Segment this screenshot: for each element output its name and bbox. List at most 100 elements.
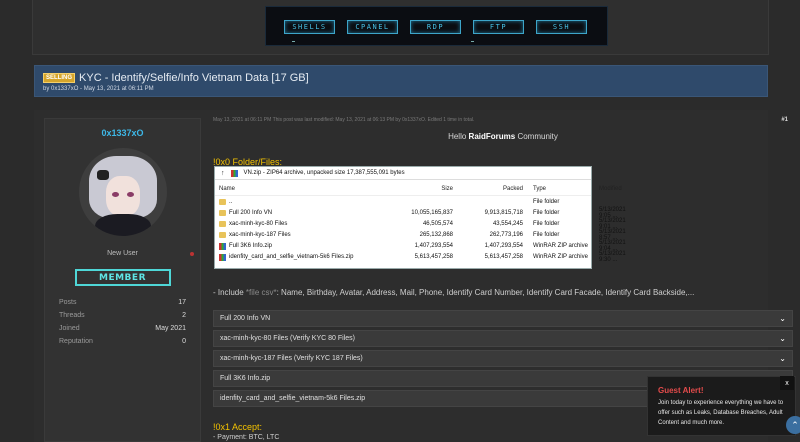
- col-header: Packed: [502, 186, 523, 192]
- spoiler-full-200-info[interactable]: Full 200 Info VN ⌄: [213, 310, 793, 327]
- user-title-text: New User: [107, 250, 138, 257]
- col-header: Size: [441, 186, 453, 192]
- row-size: 46,505,574: [422, 221, 453, 227]
- banner-button-shells[interactable]: SHELLS: [284, 20, 335, 34]
- row-packed: 9,913,815,718: [484, 210, 523, 216]
- stat-joined: Joined May 2021: [59, 322, 186, 335]
- ad-banner[interactable]: SHELLS CPANEL RDP FTP SSH: [265, 6, 608, 46]
- table-row: xac-minh-kyc-187 Files 265,132,868 262,7…: [215, 229, 626, 241]
- stat-posts: Posts 17: [59, 296, 186, 309]
- explorer-header: Name Size Packed Type Modified: [215, 183, 622, 196]
- row-size: 265,132,868: [419, 232, 453, 238]
- post-meta: May 13, 2021 at 06:11 PM This post was l…: [213, 117, 475, 123]
- row-packed: 1,407,293,554: [484, 243, 523, 249]
- chevron-down-icon: ⌄: [779, 354, 786, 363]
- guest-alert[interactable]: Guest Alert! Join today to experience ev…: [647, 376, 796, 436]
- post-number-link[interactable]: #1: [781, 117, 788, 123]
- stat-reputation: Reputation 0: [59, 335, 186, 348]
- file-explorer-screenshot: ↑ VN.zip - ZIP64 archive, unpacked size …: [214, 166, 626, 269]
- author-name[interactable]: 0x1337xO: [45, 128, 200, 138]
- banner-decoration: [471, 41, 474, 42]
- thread-title: KYC - Identify/Selfie/Info Vietnam Data …: [79, 72, 309, 84]
- selling-badge: SELLING: [43, 73, 76, 83]
- user-title: New User: [45, 250, 200, 257]
- include-prefix: - Include: [213, 288, 244, 297]
- thread-meta[interactable]: by 0x1337xO - May 13, 2021 at 06:11 PM: [43, 86, 759, 92]
- greeting-prefix: Hello: [448, 132, 467, 141]
- user-stats: Posts 17 Threads 2 Joined May 2021 Reputati…: [45, 296, 200, 348]
- row-name: Full 3K6 Info.zip: [219, 242, 369, 250]
- row-name-text: xac-minh-kyc-187 Files: [229, 232, 291, 238]
- table-row: Full 3K6 Info.zip 1,407,293,554 1,407,29…: [215, 240, 626, 252]
- col-header: Modified: [599, 186, 622, 192]
- row-name: xac-minh-kyc-187 Files: [219, 232, 369, 238]
- explorer-rows: .. File folder Full 200 Info VN 10,055,1…: [215, 196, 626, 263]
- explorer-path-bar: ↑ VN.zip - ZIP64 archive, unpacked size …: [215, 167, 591, 180]
- spoiler-label: Full 200 Info VN: [220, 315, 271, 322]
- zip-icon: [219, 253, 226, 261]
- row-modified: 5/13/2021 9:30 ...: [599, 251, 626, 263]
- row-size: 1,407,293,554: [414, 243, 453, 249]
- table-row: Full 200 Info VN 10,055,165,837 9,913,81…: [215, 207, 626, 219]
- row-size: 5,613,457,258: [414, 254, 453, 260]
- avatar-eye: [111, 192, 119, 197]
- stat-value: 17: [178, 299, 186, 306]
- col-header: Name: [219, 186, 236, 192]
- table-row: .. File folder: [215, 196, 591, 207]
- up-arrow-icon: ↑: [221, 169, 225, 177]
- row-name: idenfity_card_and_selfie_vietnam-5k6 Fil…: [219, 253, 369, 261]
- row-packed: 5,613,457,258: [484, 254, 523, 260]
- banner-buttons: SHELLS CPANEL RDP FTP SSH: [284, 20, 587, 34]
- row-type: WinRAR ZIP archive: [533, 243, 588, 249]
- spoiler-kyc-187[interactable]: xac-minh-kyc-187 Files (Verify KYC 187 F…: [213, 350, 793, 367]
- spoiler-label: idenfity_card_and_selfie_vietnam-5k6 Fil…: [220, 395, 366, 402]
- row-packed: 262,773,196: [489, 232, 523, 238]
- stat-value: 0: [182, 338, 186, 345]
- row-packed: 43,554,245: [492, 221, 523, 227]
- banner-button-cpanel[interactable]: CPANEL: [347, 20, 398, 34]
- folder-icon: [219, 221, 226, 227]
- include-file-type: *file csv*: [245, 288, 277, 297]
- chevron-up-icon: ⌃: [791, 419, 799, 430]
- greeting: Hello RaidForums Community: [213, 132, 793, 141]
- spoiler-label: xac-minh-kyc-80 Files (Verify KYC 80 Fil…: [220, 335, 355, 342]
- include-text: - Include *file csv*: Name, Birthday, Av…: [213, 288, 694, 297]
- avatar[interactable]: [78, 148, 167, 236]
- row-name: Full 200 Info VN: [219, 210, 369, 216]
- row-name-text: Full 200 Info VN: [229, 210, 273, 216]
- stat-label: Threads: [59, 312, 85, 319]
- stat-value: May 2021: [155, 325, 186, 332]
- banner-button-ssh[interactable]: SSH: [536, 20, 587, 34]
- folder-icon: [219, 198, 226, 205]
- avatar-body: [94, 214, 151, 236]
- row-type: File folder: [533, 221, 560, 227]
- stat-value: 2: [182, 312, 186, 319]
- spoiler-kyc-80[interactable]: xac-minh-kyc-80 Files (Verify KYC 80 Fil…: [213, 330, 793, 347]
- chevron-down-icon: ⌄: [779, 314, 786, 323]
- banner-button-rdp[interactable]: RDP: [410, 20, 461, 34]
- spoiler-label: xac-minh-kyc-187 Files (Verify KYC 187 F…: [220, 355, 363, 362]
- row-name-text: Full 3K6 Info.zip: [229, 243, 273, 249]
- greeting-bold: RaidForums: [468, 132, 516, 141]
- top-banner-area: SHELLS CPANEL RDP FTP SSH: [32, 0, 769, 55]
- banner-button-ftp[interactable]: FTP: [473, 20, 524, 34]
- row-name: xac-minh-kyc-80 Files: [219, 221, 369, 227]
- avatar-ribbon: [96, 170, 109, 180]
- chevron-down-icon: ⌄: [779, 334, 786, 343]
- banner-decoration: [292, 41, 295, 42]
- row-type: WinRAR ZIP archive: [533, 254, 588, 260]
- payment-text: - Payment: BTC, LTC: [213, 434, 280, 441]
- row-name-text: idenfity_card_and_selfie_vietnam-5k6 Fil…: [229, 254, 354, 260]
- author-panel: 0x1337xO New User MEMBER Posts 17 Threads…: [44, 118, 201, 442]
- scroll-to-top-button[interactable]: ⌃: [786, 416, 800, 434]
- thread-title-row: SELLING KYC - Identify/Selfie/Info Vietn…: [43, 72, 759, 84]
- close-icon[interactable]: x: [780, 376, 794, 390]
- table-row: xac-minh-kyc-80 Files 46,505,574 43,554,…: [215, 218, 626, 230]
- stat-threads: Threads 2: [59, 309, 186, 322]
- folder-icon: [219, 232, 226, 238]
- row-name: ..: [219, 198, 369, 205]
- table-row: idenfity_card_and_selfie_vietnam-5k6 Fil…: [215, 251, 626, 263]
- row-name-text: ..: [229, 198, 233, 205]
- col-header: Type: [533, 186, 547, 192]
- rank-badge: MEMBER: [74, 269, 171, 286]
